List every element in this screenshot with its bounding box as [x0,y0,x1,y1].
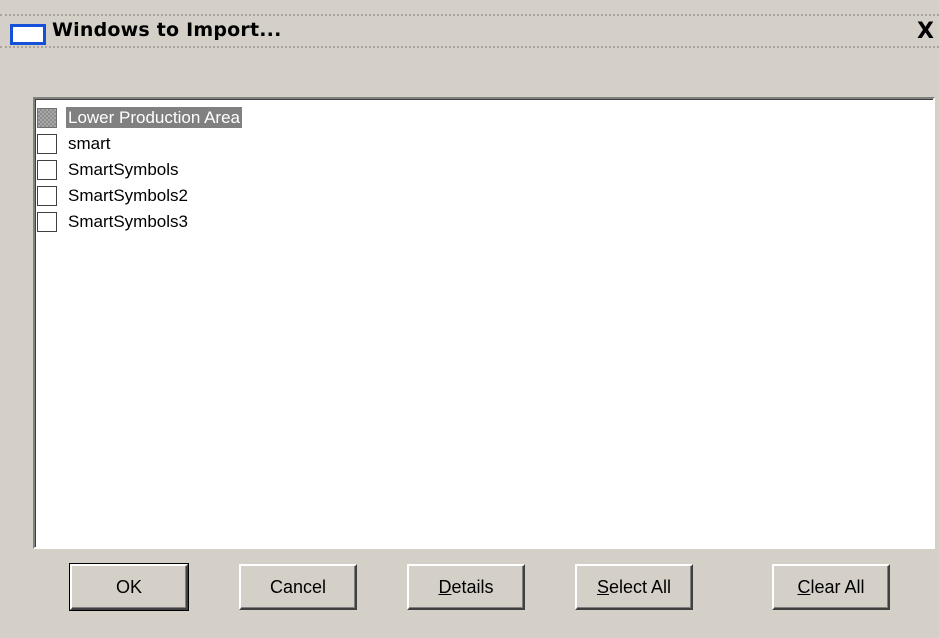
select-all-button[interactable]: Select All [575,564,693,610]
details-button-label: etails [451,576,494,597]
list-item-smartsymbols[interactable]: SmartSymbols [37,158,181,181]
checkbox[interactable] [37,133,57,154]
import-dialog: Windows to Import... X Lower Production … [0,0,939,638]
list-item-lower-production-area[interactable]: Lower Production Area [37,106,242,129]
list-item-label: SmartSymbols3 [68,212,188,231]
cancel-button[interactable]: Cancel [239,564,357,610]
title-bar[interactable]: Windows to Import... X [0,14,939,48]
clear-all-button-label: lear All [810,576,865,597]
checkbox[interactable] [37,159,57,180]
checkbox-indeterminate[interactable] [37,107,57,128]
close-button[interactable]: X [917,19,939,45]
cancel-button-label: Cancel [269,576,327,597]
list-item-label: Lower Production Area [66,107,242,128]
window-icon [10,24,46,45]
list-item-smartsymbols3[interactable]: SmartSymbols3 [37,210,190,233]
select-all-mnemonic: S [596,576,609,597]
list-item-label: SmartSymbols2 [68,186,188,205]
list-item-label: smart [68,134,111,153]
details-mnemonic: D [438,576,452,597]
select-all-button-label: elect All [608,576,672,597]
ok-button-label: OK [115,576,142,597]
list-item-label: SmartSymbols [68,160,179,179]
details-button[interactable]: Details [407,564,525,610]
checkbox[interactable] [37,185,57,206]
windows-checklist[interactable]: Lower Production Area smart SmartSymbols… [33,97,935,549]
list-item-smart[interactable]: smart [37,132,113,155]
list-item-smartsymbols2[interactable]: SmartSymbols2 [37,184,190,207]
dialog-title: Windows to Import... [52,19,282,41]
clear-all-button[interactable]: Clear All [772,564,890,610]
clear-all-mnemonic: C [797,576,811,597]
checkbox[interactable] [37,211,57,232]
ok-button[interactable]: OK [69,563,189,611]
